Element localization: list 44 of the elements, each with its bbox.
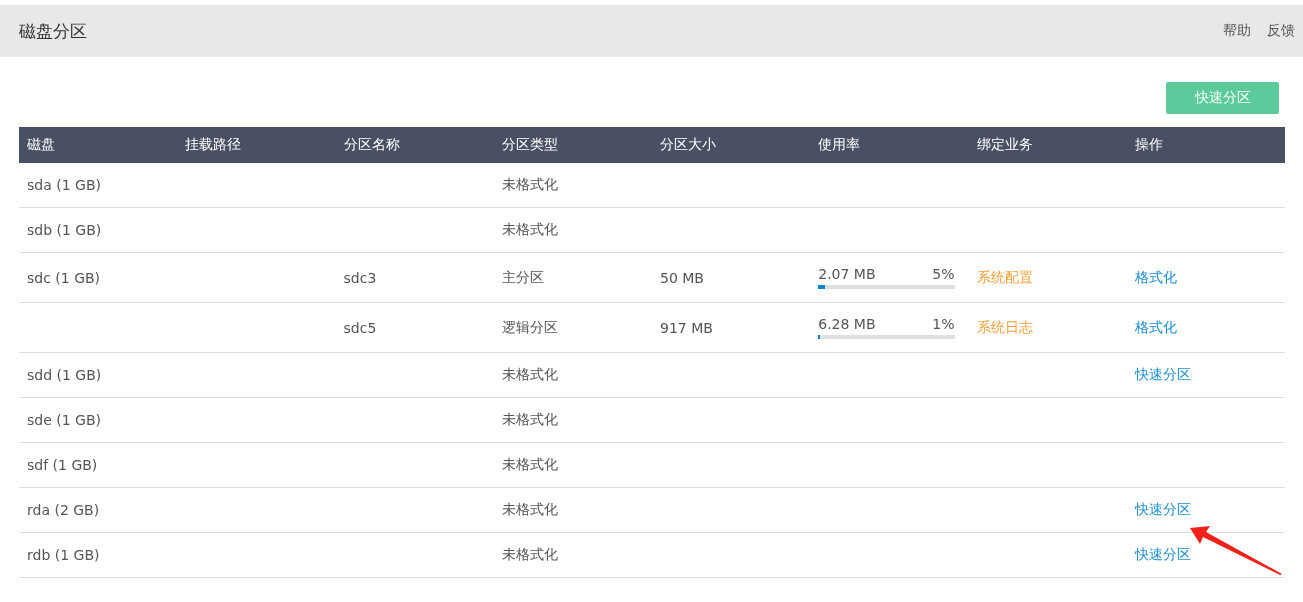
bound-service: 系统配置 bbox=[976, 268, 1033, 285]
header-link[interactable]: 帮助 bbox=[1223, 22, 1251, 40]
usage-percent: 5% bbox=[932, 266, 955, 282]
table-cell: 未格式化 bbox=[501, 411, 558, 427]
table-cell: 未格式化 bbox=[501, 176, 558, 192]
table-cell: rdb (1 GB) bbox=[27, 547, 100, 563]
action-link[interactable]: 快速分区 bbox=[1134, 546, 1191, 562]
usage-percent: 1% bbox=[932, 316, 955, 332]
header-link[interactable]: 反馈 bbox=[1267, 22, 1295, 40]
column-header: 使用率 bbox=[817, 136, 862, 154]
table-cell: 917 MB bbox=[660, 319, 713, 336]
table-cell: sdc (1 GB) bbox=[27, 269, 101, 286]
table-cell: 逻辑分区 bbox=[501, 318, 558, 335]
action-link[interactable]: 格式化 bbox=[1134, 318, 1177, 335]
table-cell: sdc3 bbox=[343, 269, 377, 286]
column-header: 分区大小 bbox=[659, 136, 717, 154]
action-link[interactable]: 格式化 bbox=[1134, 268, 1177, 285]
column-header: 分区类型 bbox=[500, 136, 559, 154]
table-cell: sde (1 GB) bbox=[27, 412, 101, 428]
bound-service: 系统日志 bbox=[976, 318, 1033, 335]
quick-partition-button[interactable]: 快速分区 bbox=[1166, 82, 1279, 114]
column-header: 磁盘 bbox=[26, 136, 56, 154]
table-cell: sdc5 bbox=[343, 319, 377, 336]
column-header: 操作 bbox=[1133, 136, 1164, 154]
page-title: 磁盘分区 bbox=[19, 19, 88, 43]
action-link[interactable]: 快速分区 bbox=[1134, 366, 1191, 382]
column-header: 挂载路径 bbox=[184, 136, 243, 154]
table-cell: 未格式化 bbox=[501, 501, 558, 517]
used-size: 6.28 MB bbox=[818, 316, 876, 332]
table-cell: 50 MB bbox=[660, 269, 704, 286]
table-cell: sdf (1 GB) bbox=[27, 457, 98, 473]
column-header: 分区名称 bbox=[342, 136, 401, 154]
table-cell: 未格式化 bbox=[501, 546, 558, 562]
table-cell: sda (1 GB) bbox=[27, 177, 101, 193]
table-cell: sdd (1 GB) bbox=[27, 367, 102, 383]
action-link[interactable]: 快速分区 bbox=[1134, 501, 1191, 517]
table-cell: 未格式化 bbox=[501, 366, 558, 382]
used-size: 2.07 MB bbox=[818, 266, 876, 282]
table-cell: 主分区 bbox=[501, 268, 544, 285]
column-header: 绑定业务 bbox=[975, 136, 1034, 154]
table-cell: sdb (1 GB) bbox=[27, 222, 102, 238]
table-cell: rda (2 GB) bbox=[27, 502, 100, 518]
table-cell: 未格式化 bbox=[501, 221, 558, 237]
table-cell: 未格式化 bbox=[501, 456, 558, 472]
